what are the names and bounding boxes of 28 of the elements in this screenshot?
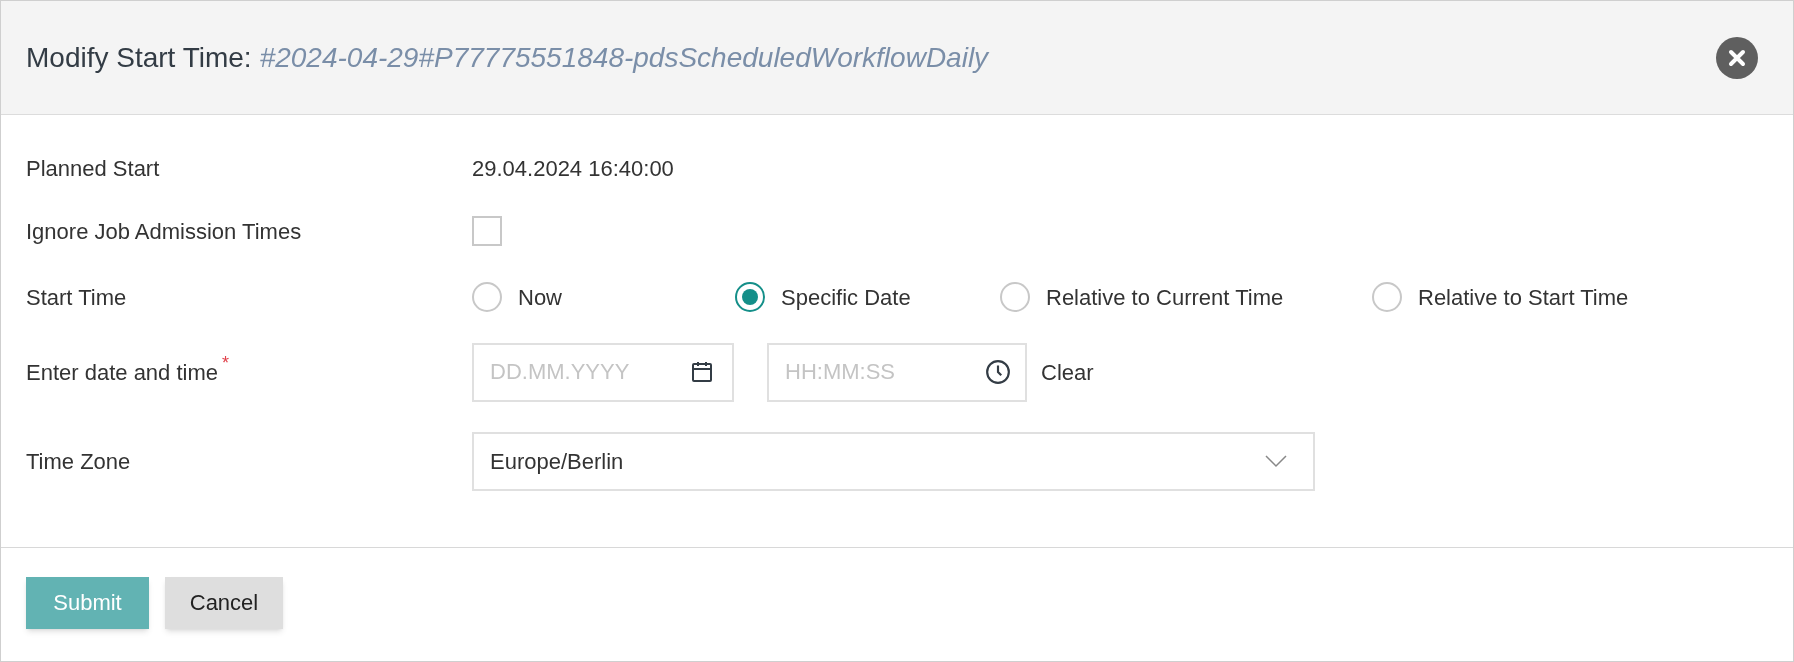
field-label: Planned Start (26, 154, 160, 183)
field-label: Enter date and time (26, 358, 218, 387)
chevron-down-icon (1265, 454, 1287, 468)
radio-button[interactable] (1372, 282, 1402, 312)
radio-option[interactable]: Relative to Current Time (1000, 280, 1372, 314)
dialog-title: Modify Start Time: (26, 40, 252, 75)
radio-button[interactable] (472, 282, 502, 312)
cancel-button[interactable]: Cancel (165, 576, 283, 629)
clock-icon[interactable] (985, 358, 1011, 385)
close-icon[interactable] (1728, 48, 1746, 67)
workflow-id: #2024-04-29#P77775551848-pdsScheduledWorkflowDaily (259, 40, 989, 75)
radio-option[interactable]: Now (472, 280, 735, 314)
radio-option[interactable]: Relative to Start Time (1372, 280, 1692, 314)
radio-button[interactable] (1000, 282, 1030, 312)
checkbox[interactable] (472, 216, 502, 246)
time-zone-select[interactable]: Europe/Berlin (472, 431, 1315, 491)
time-field[interactable]: HH:MM:SS (767, 342, 1027, 402)
radio-option[interactable]: Specific Date (735, 280, 1000, 314)
radio-button[interactable] (735, 282, 765, 312)
field-label: Time Zone (26, 447, 131, 476)
close-button[interactable] (1716, 36, 1758, 79)
field-value: 29.04.2024 16:40:00 (472, 154, 674, 183)
clear-link[interactable]: Clear (1041, 355, 1094, 389)
field-label: Ignore Job Admission Times (26, 217, 302, 246)
required-marker: * (222, 351, 230, 375)
date-field[interactable]: DD.MM.YYYY (472, 342, 734, 402)
field-label: Start Time (26, 283, 127, 312)
calendar-icon[interactable] (690, 359, 714, 384)
